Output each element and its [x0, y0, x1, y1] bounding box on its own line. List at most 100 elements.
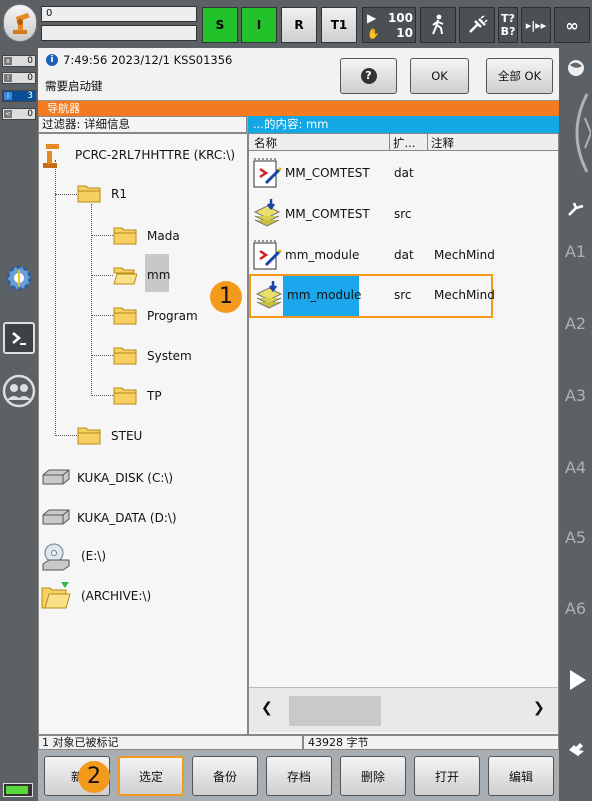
walking-person-icon — [432, 14, 444, 35]
file-list-header: 名称 扩... 注释 — [249, 134, 558, 151]
dialog-message-counter[interactable]: < 0 — [2, 108, 36, 120]
drives-status-button[interactable]: I — [241, 7, 277, 43]
archive-folder-icon — [41, 582, 71, 609]
column-comment[interactable]: 注释 — [431, 135, 454, 151]
right-sidebar: A1 A2 A3 A4 A5 A6 — [559, 48, 592, 801]
tree-node-system[interactable]: System — [113, 344, 233, 368]
file-row[interactable]: mm_module dat MechMind — [249, 238, 558, 272]
tool-select-button[interactable] — [459, 7, 495, 43]
callout-1: 1 — [210, 281, 242, 313]
axis-a2-key[interactable]: A2 — [559, 314, 592, 333]
battery-indicator — [3, 783, 33, 797]
src-file-icon — [253, 199, 281, 227]
jog-mode-button[interactable] — [566, 200, 586, 220]
hand-guide-button[interactable] — [566, 738, 588, 760]
file-row-selected[interactable]: mm_module src MechMind — [249, 274, 495, 318]
program-name-field: 0 — [41, 6, 197, 22]
archive-button[interactable]: 存档 — [266, 756, 332, 796]
axis-a6-key[interactable]: A6 — [559, 599, 592, 618]
file-name: mm_module — [285, 248, 360, 262]
folder-icon — [113, 227, 137, 245]
warning-message-counter[interactable]: ! 0 — [2, 72, 36, 84]
file-name: mm_module — [283, 276, 361, 316]
gear-icon — [6, 265, 32, 291]
all-ok-button[interactable]: 全部 OK — [486, 58, 553, 94]
submit-status-button[interactable]: S — [202, 7, 238, 43]
dat-file-icon — [253, 158, 282, 188]
run-mode-button[interactable] — [420, 7, 456, 43]
help-button[interactable]: ? — [340, 58, 397, 94]
tree-node-archive[interactable]: (ARCHIVE:\) — [41, 580, 241, 612]
delete-button[interactable]: 删除 — [340, 756, 406, 796]
scroll-left-icon[interactable]: ❮ — [261, 700, 273, 716]
axis-a5-key[interactable]: A5 — [559, 528, 592, 547]
space-mouse-button[interactable] — [566, 58, 586, 78]
error-message-counter[interactable]: x 0 — [2, 55, 36, 67]
column-extension[interactable]: 扩... — [393, 135, 415, 151]
axis-a3-key[interactable]: A3 — [559, 386, 592, 405]
axis-a1-key[interactable]: A1 — [559, 242, 592, 261]
left-sidebar: x 0 ! 0 i 3 < 0 — [0, 48, 38, 801]
user-group-button[interactable] — [2, 374, 36, 408]
tree-node-r1[interactable]: R1 — [77, 182, 177, 206]
navigator-title: 导航器 — [38, 101, 559, 116]
increment-button[interactable]: ∞ — [554, 7, 590, 43]
question-icon: ? — [360, 68, 377, 84]
tree-label-root: PCRC-2RL7HHTTRE (KRC:\) — [75, 148, 236, 162]
file-row[interactable]: MM_COMTEST src — [249, 197, 558, 231]
open-button[interactable]: 打开 — [414, 756, 480, 796]
info-icon: i — [4, 92, 12, 100]
info-message-counter[interactable]: i 3 — [2, 90, 36, 102]
open-folder-icon — [113, 267, 137, 285]
program-override-value: 100 — [387, 11, 413, 25]
tree-node-e-drive[interactable]: (E:\) — [41, 540, 241, 572]
tree-label-mada: Mada — [147, 229, 180, 243]
file-extension: dat — [394, 166, 414, 180]
robot-controller-icon — [43, 144, 59, 168]
horizontal-scrollbar[interactable]: ❮ ❯ — [249, 687, 558, 732]
tree-node-tp[interactable]: TP — [113, 384, 233, 408]
jog-hand-icon: ✋ — [367, 29, 380, 40]
file-extension: dat — [394, 248, 414, 262]
robot-icon — [13, 12, 30, 34]
directory-tree: PCRC-2RL7HHTTRE (KRC:\) R1 Mada mm Progr… — [38, 133, 248, 735]
space-mouse-control[interactable] — [561, 88, 592, 178]
tree-label-r1: R1 — [111, 187, 127, 201]
start-button[interactable] — [568, 668, 588, 692]
message-text: 需要启动键 — [45, 79, 103, 93]
tool-base-button[interactable]: T? B? — [498, 7, 518, 43]
file-row[interactable]: MM_COMTEST dat — [249, 156, 558, 190]
override-button[interactable]: ▶ 100 ✋ 10 — [362, 7, 416, 43]
jog-keys-button[interactable] — [3, 322, 35, 354]
select-button[interactable]: 选定 — [118, 756, 184, 796]
axis-jog-icon — [568, 202, 584, 216]
file-extension: src — [394, 288, 412, 302]
filter-label[interactable]: 过滤器: 详细信息 — [38, 116, 247, 133]
settings-button[interactable] — [3, 262, 35, 294]
axis-a4-key[interactable]: A4 — [559, 458, 592, 477]
edit-button[interactable]: 编辑 — [488, 756, 554, 796]
file-extension: src — [394, 207, 412, 221]
robot-interpreter-button[interactable]: R — [281, 7, 317, 43]
step-mode-button[interactable]: ▸|▸▸ — [521, 7, 551, 43]
scrollbar-thumb[interactable] — [289, 696, 381, 726]
scroll-right-icon[interactable]: ❯ — [533, 700, 545, 716]
operating-mode-button[interactable]: T1 — [321, 7, 357, 43]
column-name[interactable]: 名称 — [254, 135, 277, 151]
tree-label-archive: (ARCHIVE:\) — [81, 589, 152, 603]
cd-drive-icon — [42, 543, 70, 571]
tree-node-steu[interactable]: STEU — [77, 424, 197, 448]
tree-label-kuka-data: KUKA_DATA (D:\) — [77, 511, 177, 525]
content-path: ...的内容: mm — [248, 116, 559, 133]
tree-node-kuka-data[interactable]: KUKA_DATA (D:\) — [41, 506, 241, 530]
users-icon — [2, 374, 36, 408]
tree-label-program: Program — [147, 309, 198, 323]
ok-button[interactable]: OK — [410, 58, 469, 94]
tree-node-mada[interactable]: Mada — [113, 224, 233, 248]
tree-node-kuka-disk[interactable]: KUKA_DISK (C:\) — [41, 466, 241, 490]
main-menu-button[interactable] — [3, 4, 37, 42]
tree-node-root[interactable]: PCRC-2RL7HHTTRE (KRC:\) — [41, 141, 241, 169]
backup-button[interactable]: 备份 — [192, 756, 258, 796]
step-forward-icon: ▸|▸▸ — [525, 18, 547, 32]
file-name: MM_COMTEST — [285, 166, 370, 180]
